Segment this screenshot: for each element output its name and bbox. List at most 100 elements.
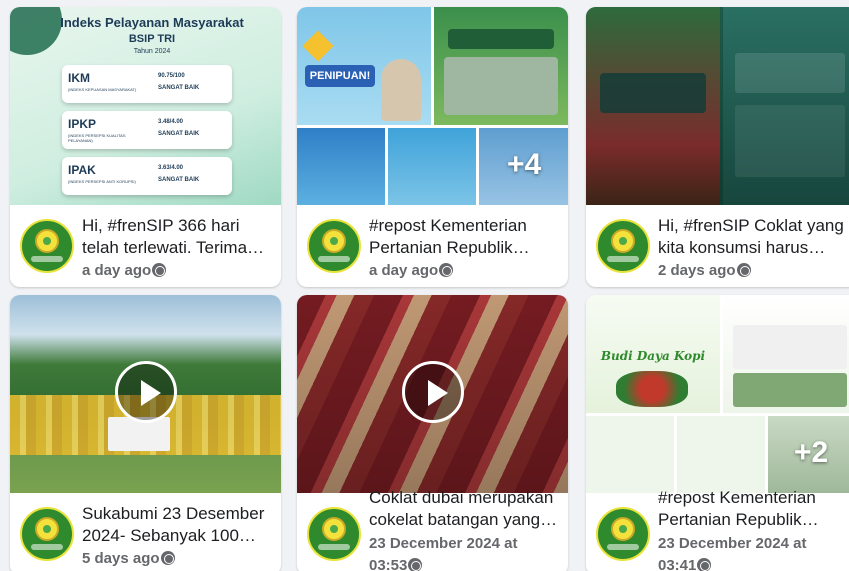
coffee-title: Budi Daya Kopi [600, 349, 706, 363]
post-image-collage[interactable]: PENIPUAN! +4 [297, 7, 568, 205]
page-avatar[interactable] [20, 507, 74, 561]
coffee-cherries [616, 371, 688, 407]
post-card[interactable]: Budi Daya Kopi +2 #repost Kementerian Pe… [586, 295, 849, 571]
post-image-cocoa[interactable] [586, 7, 849, 205]
post-time[interactable]: 23 December 2024 at 03:53 [369, 533, 549, 571]
logo-text-mark [607, 256, 639, 262]
globe-icon [697, 558, 712, 571]
page-avatar[interactable] [20, 219, 74, 273]
row-code: IKM [68, 71, 90, 85]
page-avatar[interactable] [596, 219, 650, 273]
post-caption[interactable]: #repost Kementerian Pertanian Republik… [658, 487, 849, 531]
post-caption[interactable]: Coklat dubai merupakan cokelat batangan … [369, 487, 561, 531]
globe-icon [160, 551, 175, 565]
post-time[interactable]: 2 days ago [658, 262, 751, 279]
row-grade: SANGAT BAIK [158, 177, 200, 183]
post-caption[interactable]: Hi, #frenSIP 366 hari telah terlewati. T… [82, 215, 274, 259]
text-block [735, 105, 845, 177]
logo-text-mark [318, 256, 350, 262]
post-video-group-photo[interactable] [10, 295, 281, 493]
post-caption[interactable]: #repost Kementerian Pertanian Republik… [369, 215, 561, 259]
play-icon[interactable] [115, 361, 177, 423]
row-score: 3.63/4.00 [158, 165, 184, 171]
post-card[interactable]: PENIPUAN! +4 #repost Kementerian Pertani… [297, 7, 568, 287]
logo-seal-icon [35, 517, 59, 541]
infographic-row-ipkp: IPKP (INDEKS PERSEPSI KUALITAS PELAYANAN… [62, 111, 232, 149]
post-meta: #repost Kementerian Pertanian Republik… … [586, 488, 849, 571]
logo-text-mark [607, 544, 639, 550]
more-photos-count: +2 [794, 436, 829, 469]
infographic-year: Tahun 2024 [133, 48, 171, 55]
page-avatar[interactable] [307, 219, 361, 273]
row-desc: (INDEKS PERSEPSI ANTI KORUPSI) [68, 179, 136, 184]
post-caption[interactable]: Sukabumi 23 Desember 2024- Sebanyak 100… [82, 503, 274, 547]
scam-banner: PENIPUAN! [305, 65, 375, 87]
row-desc: (INDEKS KEPUASAN MASYARAKAT) [68, 87, 137, 92]
post-meta: Coklat dubai merupakan cokelat batangan … [297, 488, 568, 571]
post-meta: Sukabumi 23 Desember 2024- Sebanyak 100…… [10, 493, 281, 571]
globe-icon [152, 263, 167, 277]
post-caption[interactable]: Hi, #frenSIP Coklat yang kita konsumsi h… [658, 215, 849, 259]
logo-seal-icon [322, 229, 346, 253]
post-card[interactable]: Coklat dubai merupakan cokelat batangan … [297, 295, 568, 571]
infographic-subtitle: BSIP TRI [128, 33, 176, 45]
warning-icon [302, 30, 334, 62]
collage-tile [434, 7, 568, 125]
program-banner [448, 29, 554, 49]
collage-tile: +4 [479, 128, 568, 205]
row-code: IPKP [68, 117, 97, 131]
post-card[interactable]: Sukabumi 23 Desember 2024- Sebanyak 100…… [10, 295, 281, 571]
collage-tile [586, 416, 674, 493]
person-figure [381, 59, 421, 121]
post-card[interactable]: Indeks Pelayanan Masyarakat BSIP TRI Tah… [10, 7, 281, 287]
post-meta: Hi, #frenSIP Coklat yang kita konsumsi h… [586, 205, 849, 287]
post-image-infographic[interactable]: Indeks Pelayanan Masyarakat BSIP TRI Tah… [10, 7, 281, 205]
collage-tile [297, 128, 385, 205]
photo-placeholder [444, 57, 558, 115]
more-photos-count: +4 [507, 148, 542, 181]
text-block [735, 53, 845, 93]
globe-icon [408, 558, 423, 571]
post-time[interactable]: 5 days ago [82, 550, 175, 567]
row-desc: (INDEKS PERSEPSI KUALITAS PELAYANAN) [68, 133, 126, 143]
infographic-row-ipak: IPAK (INDEKS PERSEPSI ANTI KORUPSI) 3.63… [62, 157, 232, 195]
infographic-title: Indeks Pelayanan Masyarakat [60, 15, 244, 30]
row-grade: SANGAT BAIK [158, 131, 200, 137]
post-time-text: 2 days ago [658, 262, 736, 279]
post-grid: Indeks Pelayanan Masyarakat BSIP TRI Tah… [0, 0, 849, 571]
post-time-text: 5 days ago [82, 550, 160, 567]
collage-tile: Budi Daya Kopi [586, 295, 720, 413]
globe-icon [439, 263, 454, 277]
row-score: 3.48/4.00 [158, 119, 184, 125]
logo-text-mark [31, 256, 63, 262]
post-time[interactable]: a day ago [82, 262, 167, 279]
collage-tile [677, 416, 765, 493]
photo-placeholder [733, 373, 847, 407]
logo-text-mark [31, 544, 63, 550]
logo-seal-icon [322, 517, 346, 541]
page-avatar[interactable] [307, 507, 361, 561]
row-code: IPAK [68, 163, 96, 177]
logo-text-mark [318, 544, 350, 550]
logo-seal-icon [611, 517, 635, 541]
post-time-text: a day ago [369, 262, 439, 279]
post-card[interactable]: Hi, #frenSIP Coklat yang kita konsumsi h… [586, 7, 849, 287]
info-panel [723, 7, 849, 205]
globe-icon [736, 263, 751, 277]
post-meta: Hi, #frenSIP 366 hari telah terlewati. T… [10, 205, 281, 287]
page-avatar[interactable] [596, 507, 650, 561]
row-grade: SANGAT BAIK [158, 85, 200, 91]
post-time[interactable]: a day ago [369, 262, 454, 279]
post-time[interactable]: 23 December 2024 at 03:41 [658, 533, 838, 571]
post-meta: #repost Kementerian Pertanian Republik… … [297, 205, 568, 287]
post-video-chocolate[interactable] [297, 295, 568, 493]
post-image-coffee-collage[interactable]: Budi Daya Kopi +2 [586, 295, 849, 493]
title-plate [600, 73, 706, 113]
row-score: 90.75/100 [158, 73, 185, 79]
collage-tile [388, 128, 476, 205]
collage-tile [723, 295, 849, 413]
logo-seal-icon [611, 229, 635, 253]
post-time-text: a day ago [82, 262, 152, 279]
collage-tile: PENIPUAN! [297, 7, 431, 125]
play-icon[interactable] [402, 361, 464, 423]
